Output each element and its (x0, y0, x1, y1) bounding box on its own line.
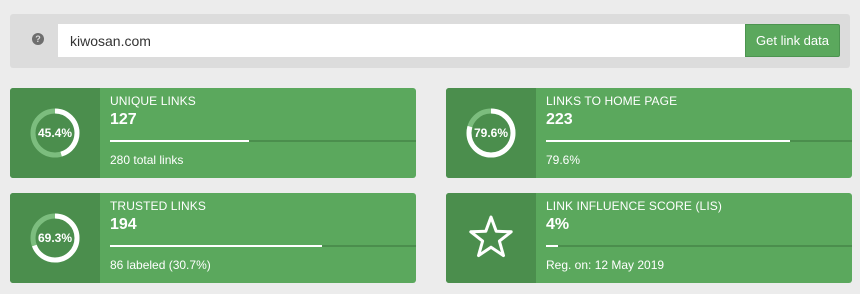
card-title: TRUSTED LINKS (110, 199, 206, 213)
ring-gauge: 45.4% (10, 88, 100, 178)
card-subtext: 79.6% (546, 153, 581, 167)
progress-fill (110, 245, 323, 247)
card-title: LINKS TO HOME PAGE (546, 94, 678, 108)
progress-track (546, 140, 852, 142)
card-subtext: 86 labeled (30.7%) (110, 258, 211, 272)
star-outline-icon (469, 215, 513, 258)
progress-track (110, 140, 416, 142)
links-to-home-page-card: 79.6% LINKS TO HOME PAGE 223 79.6% (446, 88, 852, 178)
star-icon-box (446, 193, 536, 283)
ring-percent-label: 79.6% (473, 126, 509, 140)
get-link-data-button[interactable]: Get link data (745, 24, 840, 57)
trusted-links-card: 69.3% TRUSTED LINKS 194 86 labeled (30.7… (10, 193, 416, 283)
progress-fill (546, 140, 790, 142)
question-circle-icon[interactable]: ? (32, 33, 44, 45)
ring-percent-label: 69.3% (37, 231, 73, 245)
card-value: 194 (110, 216, 137, 233)
progress-track (546, 245, 852, 247)
card-value: 4% (546, 216, 570, 233)
unique-links-card: 45.4% UNIQUE LINKS 127 280 total links (10, 88, 416, 178)
card-title: LINK INFLUENCE SCORE (LIS) (546, 199, 722, 213)
link-influence-score-card: LINK INFLUENCE SCORE (LIS) 4% Reg. on: 1… (446, 193, 852, 283)
card-value: 127 (110, 111, 137, 128)
progress-fill (546, 245, 559, 247)
ring-gauge: 79.6% (446, 88, 536, 178)
url-input[interactable] (58, 24, 745, 57)
search-bar: ? Get link data (10, 14, 850, 68)
card-subtext: Reg. on: 12 May 2019 (546, 258, 665, 272)
progress-track (110, 245, 416, 247)
card-value: 223 (546, 111, 573, 128)
ring-gauge: 69.3% (10, 193, 100, 283)
ring-percent-label: 45.4% (37, 126, 73, 140)
card-title: UNIQUE LINKS (110, 94, 196, 108)
progress-fill (110, 140, 249, 142)
card-subtext: 280 total links (110, 153, 184, 167)
